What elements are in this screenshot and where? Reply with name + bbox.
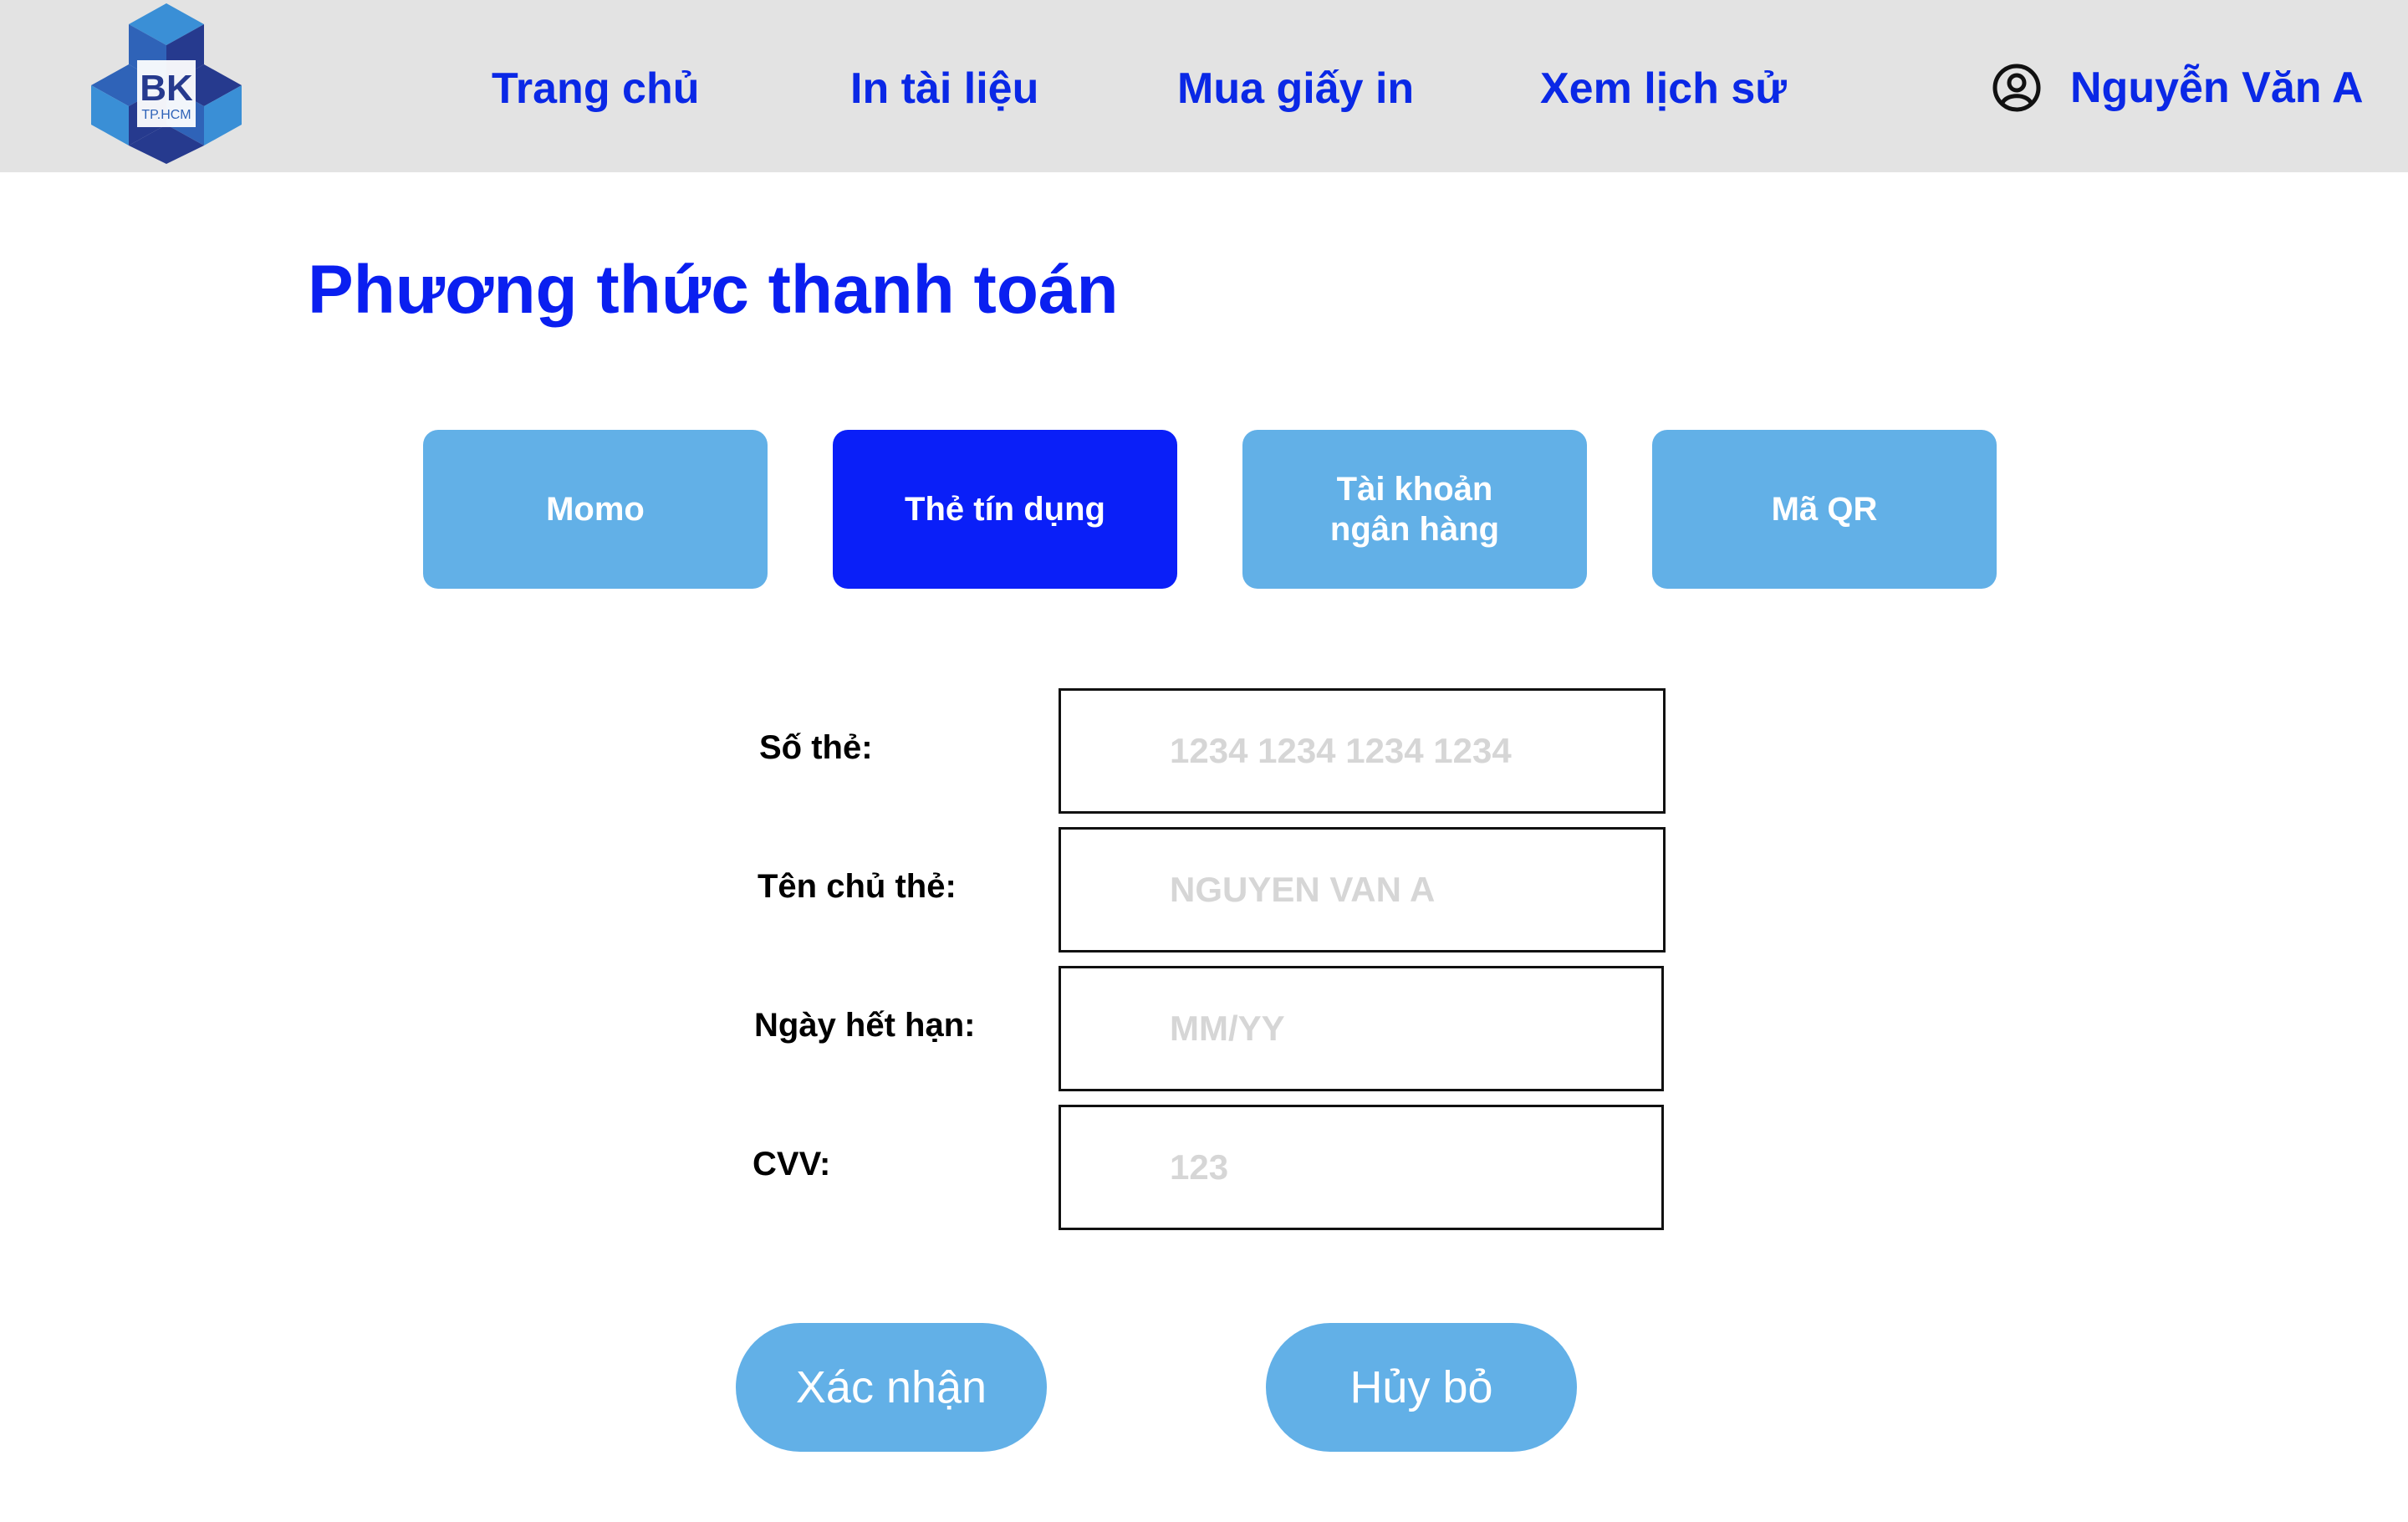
expiry-date-input[interactable] (1059, 966, 1664, 1091)
logo-text-sub: TP.HCM (141, 108, 191, 122)
card-number-label: Số thẻ: (759, 729, 873, 766)
user-menu[interactable]: Nguyễn Văn A (1992, 59, 2364, 117)
payment-method-credit-card[interactable]: Thẻ tín dụng (833, 430, 1177, 589)
bk-logo[interactable]: BK TP.HCM (87, 2, 246, 164)
payment-method-qr-code[interactable]: Mã QR (1652, 430, 1997, 589)
card-holder-input[interactable] (1059, 827, 1666, 953)
card-holder-label: Tên chủ thẻ: (758, 868, 957, 905)
cvv-input[interactable] (1059, 1105, 1664, 1230)
payment-method-bank-account[interactable]: Tài khoản ngân hàng (1242, 430, 1587, 589)
nav-link-print-documents[interactable]: In tài liệu (850, 60, 1038, 117)
nav-link-buy-paper[interactable]: Mua giấy in (1177, 60, 1414, 117)
cancel-button[interactable]: Hủy bỏ (1266, 1323, 1577, 1452)
logo-text-main: BK (140, 68, 193, 109)
cvv-label: CVV: (752, 1146, 831, 1182)
payment-method-momo[interactable]: Momo (423, 430, 768, 589)
user-circle-icon (1992, 64, 2041, 112)
page-title: Phương thức thanh toán (308, 252, 1119, 328)
top-nav-bar: BK TP.HCM Trang chủ In tài liệu Mua giấy… (0, 0, 2408, 172)
card-number-input[interactable] (1059, 688, 1666, 814)
nav-link-home[interactable]: Trang chủ (492, 60, 699, 117)
expiry-date-label: Ngày hết hạn: (754, 1007, 976, 1044)
confirm-button[interactable]: Xác nhận (736, 1323, 1047, 1452)
bk-logo-icon: BK TP.HCM (91, 3, 242, 164)
nav-link-history[interactable]: Xem lịch sử (1540, 60, 1787, 117)
user-name: Nguyễn Văn A (2070, 64, 2364, 112)
